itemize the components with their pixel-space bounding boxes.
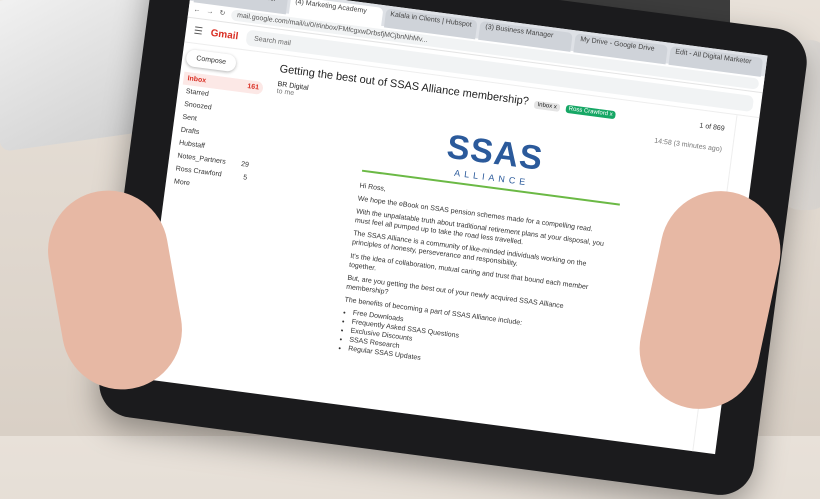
- sidebar-item-label: Drafts: [180, 126, 200, 137]
- sidebar-item-count: 29: [240, 160, 250, 169]
- pager-text: 1 of 869: [699, 121, 726, 133]
- sidebar-item-label: Hubstaff: [178, 139, 206, 150]
- label-chip-inbox[interactable]: Inbox x: [534, 100, 561, 112]
- sidebar-item-count: 161: [246, 83, 260, 92]
- sidebar-item-label: Sent: [182, 113, 198, 123]
- reload-icon[interactable]: ↻: [219, 9, 226, 18]
- compose-button[interactable]: Compose: [185, 48, 238, 73]
- gmail-logo[interactable]: Gmail: [210, 27, 239, 42]
- sidebar-item-label: Starred: [185, 88, 210, 98]
- sidebar-item-count: 5: [242, 174, 248, 182]
- back-icon[interactable]: ←: [193, 6, 201, 14]
- sidebar-item-label: Snoozed: [183, 100, 213, 112]
- email-body: SSAS ALLIANCE Hi Ross, We hope the eBook…: [337, 117, 627, 386]
- forward-icon[interactable]: →: [206, 8, 214, 16]
- sidebar-item-label: Inbox: [187, 75, 207, 85]
- sidebar-item-label: More: [173, 178, 191, 188]
- menu-icon[interactable]: ☰: [193, 25, 203, 37]
- email-time: 14:58 (3 minutes ago): [653, 137, 723, 154]
- recipient-text[interactable]: to me: [276, 88, 294, 97]
- label-chip-ross[interactable]: Ross Crawford x: [565, 104, 617, 120]
